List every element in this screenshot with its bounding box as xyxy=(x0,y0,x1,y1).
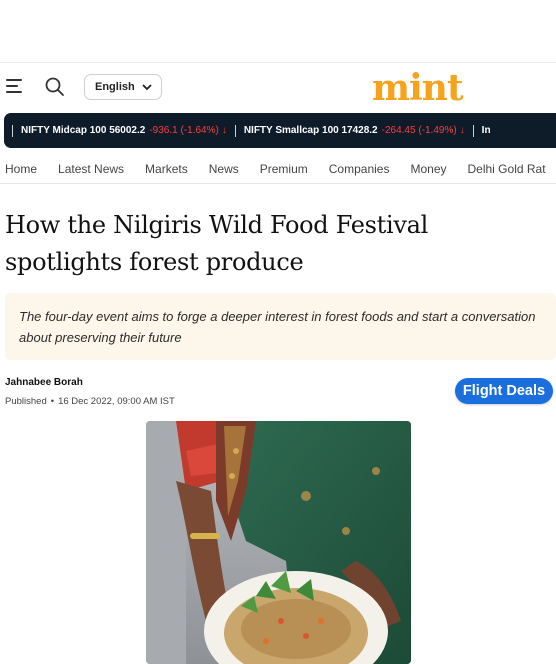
author-name[interactable]: Jahnabee Borah xyxy=(5,377,83,388)
market-ticker: NIFTY Midcap 100 56002.2 -936.1 (-1.64%)… xyxy=(4,113,556,148)
down-arrow-icon: ↓ xyxy=(221,125,227,136)
ticker-value: 56002.2 xyxy=(109,125,146,136)
ticker-change: -936.1 (-1.64%) xyxy=(149,125,219,136)
ticker-value: 17428.2 xyxy=(341,125,378,136)
ticker-item-midcap[interactable]: NIFTY Midcap 100 56002.2 -936.1 (-1.64%)… xyxy=(21,125,227,136)
ticker-divider xyxy=(472,124,474,137)
main-navigation: Home Latest News Markets News Premium Co… xyxy=(0,154,556,184)
nav-news[interactable]: News xyxy=(209,162,239,176)
nav-premium[interactable]: Premium xyxy=(260,162,308,176)
flight-deals-button[interactable]: Flight Deals xyxy=(455,378,553,404)
language-selector[interactable]: English xyxy=(84,74,162,100)
ticker-divider xyxy=(12,124,13,137)
down-arrow-icon: ↓ xyxy=(459,125,465,136)
published-date: 16 Dec 2022, 09:00 AM IST xyxy=(58,396,175,407)
hamburger-menu-icon[interactable] xyxy=(6,79,22,93)
nav-latest-news[interactable]: Latest News xyxy=(58,162,124,176)
ticker-item-truncated[interactable]: In xyxy=(482,125,491,136)
search-icon[interactable] xyxy=(44,76,66,98)
article-summary: The four-day event aims to forge a deepe… xyxy=(5,293,556,360)
nav-money[interactable]: Money xyxy=(410,162,446,176)
ticker-item-smallcap[interactable]: NIFTY Smallcap 100 17428.2 -264.45 (-1.4… xyxy=(244,125,465,136)
publish-info: Published • 16 Dec 2022, 09:00 AM IST xyxy=(5,396,175,407)
chevron-down-icon xyxy=(142,83,152,90)
ticker-name: In xyxy=(481,125,491,136)
ticker-name: NIFTY Smallcap 100 xyxy=(243,125,339,136)
article-headline: How the Nilgiris Wild Food Festival spot… xyxy=(5,211,429,276)
article-hero-image xyxy=(146,421,411,664)
nav-companies[interactable]: Companies xyxy=(329,162,390,176)
ticker-change: -264.45 (-1.49%) xyxy=(381,125,457,136)
ticker-divider xyxy=(234,124,236,137)
nav-markets[interactable]: Markets xyxy=(145,162,188,176)
top-divider xyxy=(0,62,556,63)
nav-home[interactable]: Home xyxy=(5,162,37,176)
mint-logo[interactable]: mint xyxy=(372,67,464,109)
language-label: English xyxy=(95,81,135,93)
ticker-name: NIFTY Midcap 100 xyxy=(21,125,107,136)
site-header: English mint xyxy=(0,67,556,109)
published-label: Published xyxy=(5,396,47,407)
nav-delhi-gold-rate[interactable]: Delhi Gold Rat xyxy=(468,162,546,176)
